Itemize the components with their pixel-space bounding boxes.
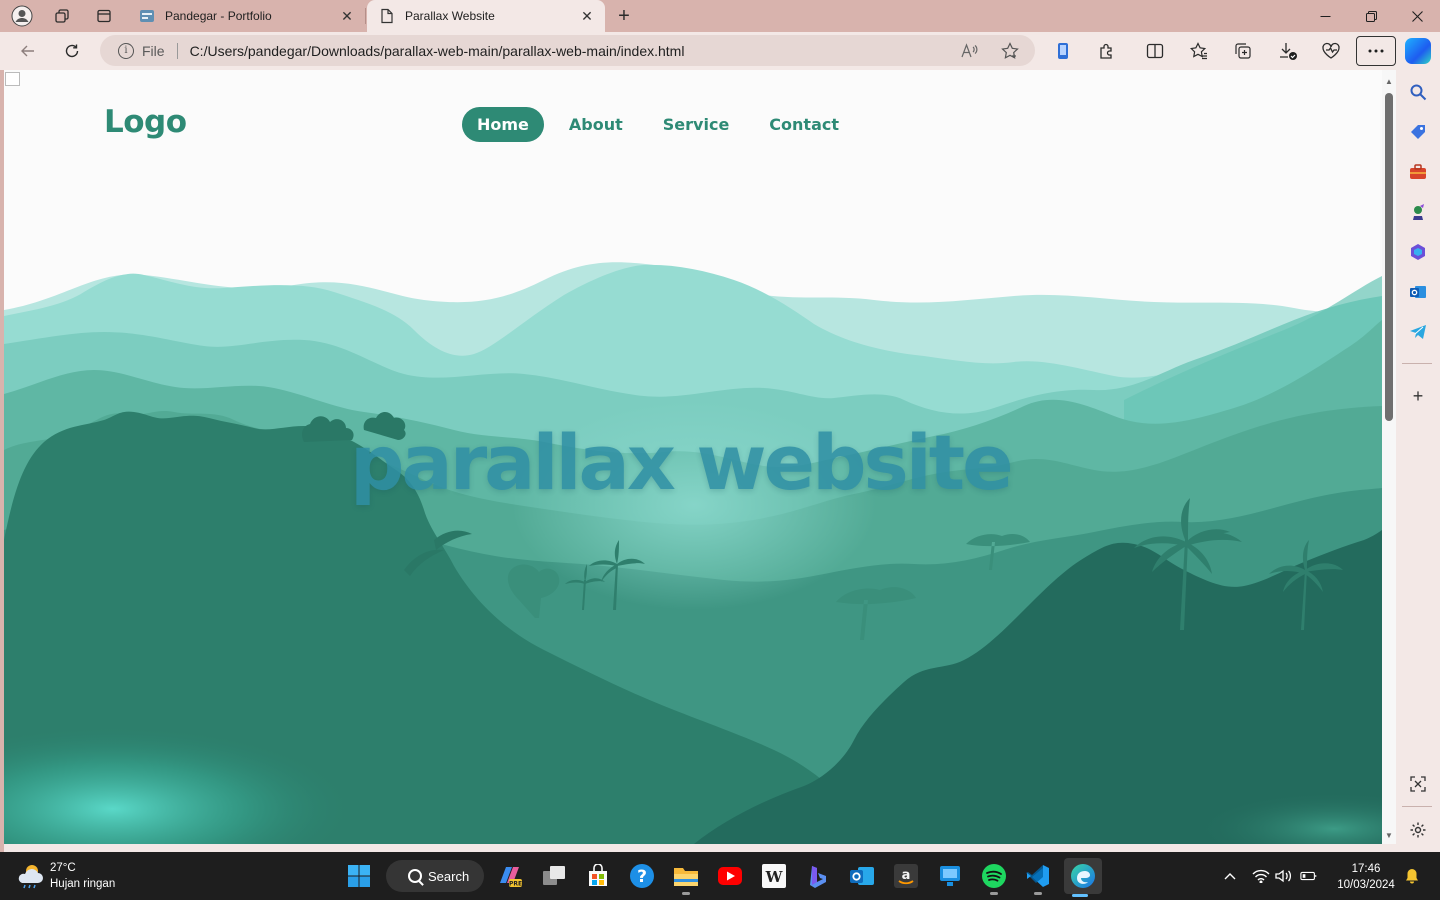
tools-icon[interactable]	[1408, 162, 1428, 182]
profile-icon[interactable]	[8, 4, 36, 28]
tab-pandegar-portfolio[interactable]: Pandegar - Portfolio ✕	[127, 0, 365, 32]
site-logo[interactable]: Logo	[104, 104, 187, 140]
bing-chat-icon[interactable]	[802, 860, 834, 892]
minimize-icon[interactable]	[1302, 0, 1348, 32]
sidebar-divider	[1402, 806, 1432, 807]
downloads-icon[interactable]	[1273, 37, 1303, 65]
tab-parallax-website[interactable]: Parallax Website ✕	[367, 0, 605, 32]
settings-icon[interactable]	[1408, 820, 1428, 840]
search-icon[interactable]	[1408, 82, 1428, 102]
refresh-icon[interactable]	[58, 37, 86, 65]
outlook-icon[interactable]	[1408, 282, 1428, 302]
close-tab-icon[interactable]: ✕	[337, 6, 357, 26]
hero-title: parallax website	[350, 418, 1014, 507]
sidebar-divider	[1402, 363, 1432, 364]
site-nav: Home About Service Contact	[462, 107, 864, 142]
tab-divider	[365, 8, 366, 24]
notifications-bell-icon[interactable]	[1403, 867, 1421, 885]
browser-toolbar: i File C:/Users/pandegar/Downloads/paral…	[0, 32, 1440, 70]
add-icon[interactable]: +	[1408, 386, 1428, 406]
weather-condition: Hujan ringan	[50, 878, 116, 890]
games-icon[interactable]	[1408, 202, 1428, 222]
windows-taskbar: 27°C Hujan ringan Search PRE ? W a 17:46…	[0, 852, 1440, 900]
site-info-icon[interactable]: i	[118, 42, 134, 59]
scroll-thumb[interactable]	[1385, 93, 1393, 421]
edge-sidebar: +	[1396, 70, 1440, 852]
viewport-border	[4, 844, 1396, 852]
copilot-icon[interactable]	[1405, 38, 1431, 64]
wifi-icon[interactable]	[1252, 867, 1270, 885]
scheme-label: File	[142, 42, 165, 59]
task-view-icon[interactable]	[538, 860, 570, 892]
screenshot-icon[interactable]	[1408, 774, 1428, 794]
favorites-icon[interactable]	[1184, 37, 1214, 65]
broken-image-icon	[5, 72, 20, 86]
url-text[interactable]: C:/Users/pandegar/Downloads/parallax-web…	[190, 43, 1035, 59]
shopping-icon[interactable]	[1408, 122, 1428, 142]
vscode-icon[interactable]	[1022, 860, 1054, 895]
nav-home-link[interactable]: Home	[462, 107, 544, 142]
extensions-icon[interactable]	[1092, 37, 1122, 65]
rain-cloud-icon	[16, 863, 44, 889]
phone-icon[interactable]	[1048, 37, 1078, 65]
file-page-icon	[379, 8, 395, 24]
close-tab-icon[interactable]: ✕	[577, 6, 597, 26]
file-explorer-icon[interactable]	[670, 860, 702, 895]
nav-about-link[interactable]: About	[554, 107, 638, 142]
new-tab-icon[interactable]: +	[612, 4, 636, 28]
outlook-app-icon[interactable]	[846, 860, 878, 892]
amazon-icon[interactable]: a	[890, 860, 922, 892]
windows-start-icon[interactable]	[343, 860, 375, 892]
show-hidden-icons-icon[interactable]	[1221, 867, 1239, 885]
browser-essentials-icon[interactable]	[1316, 37, 1346, 65]
clock-time: 17:46	[1351, 863, 1381, 875]
microsoft-store-icon[interactable]	[582, 860, 614, 892]
youtube-icon[interactable]	[714, 860, 746, 892]
address-bar[interactable]: i File C:/Users/pandegar/Downloads/paral…	[100, 35, 1035, 66]
wikipedia-icon[interactable]: W	[758, 860, 790, 892]
svg-text:?: ?	[637, 867, 647, 887]
spotify-icon[interactable]	[978, 860, 1010, 895]
weather-widget[interactable]: 27°C Hujan ringan	[16, 860, 115, 892]
microsoft-365-icon[interactable]	[1408, 242, 1428, 262]
taskbar-clock[interactable]: 17:46 10/03/2024	[1328, 861, 1404, 893]
volume-icon[interactable]	[1275, 867, 1293, 885]
tab-title: Pandegar - Portfolio	[165, 9, 272, 23]
svg-text:a: a	[902, 868, 911, 883]
page-scrollbar[interactable]: ▲ ▼	[1382, 70, 1396, 844]
workspaces-icon[interactable]	[48, 4, 76, 28]
svg-text:W: W	[765, 868, 784, 886]
telegram-icon[interactable]	[1408, 322, 1428, 342]
weather-temp: 27°C	[50, 862, 76, 874]
vertical-tabs-icon[interactable]	[90, 4, 118, 28]
scroll-up-icon[interactable]: ▲	[1384, 76, 1394, 86]
more-icon[interactable]	[1356, 36, 1396, 66]
page-viewport: Logo Home About Service Contact parallax…	[4, 70, 1382, 844]
search-icon	[408, 869, 422, 883]
desktop-app-icon[interactable]	[934, 860, 966, 892]
nav-contact-link[interactable]: Contact	[754, 107, 854, 142]
tab-strip: Pandegar - Portfolio ✕ Parallax Website …	[0, 0, 1440, 32]
favorite-star-icon[interactable]	[998, 39, 1022, 63]
address-divider	[176, 42, 178, 59]
read-aloud-icon[interactable]	[958, 39, 982, 63]
edge-icon[interactable]	[1064, 858, 1102, 897]
taskbar-search-label: Search	[428, 868, 470, 884]
split-screen-icon[interactable]	[1140, 37, 1170, 65]
battery-icon[interactable]	[1300, 867, 1318, 885]
page-favicon-icon	[139, 8, 155, 24]
close-window-icon[interactable]	[1394, 0, 1440, 32]
taskbar-search[interactable]: Search	[386, 860, 484, 892]
nav-service-link[interactable]: Service	[648, 107, 745, 142]
tab-title: Parallax Website	[405, 9, 495, 23]
copilot-pre-icon[interactable]: PRE	[494, 860, 526, 892]
svg-text:PRE: PRE	[509, 881, 522, 888]
scroll-down-icon[interactable]: ▼	[1384, 830, 1394, 840]
restore-icon[interactable]	[1348, 0, 1394, 32]
back-icon[interactable]	[14, 37, 42, 65]
get-help-icon[interactable]: ?	[626, 860, 658, 892]
collections-icon[interactable]	[1228, 37, 1258, 65]
clock-date: 10/03/2024	[1337, 879, 1395, 891]
